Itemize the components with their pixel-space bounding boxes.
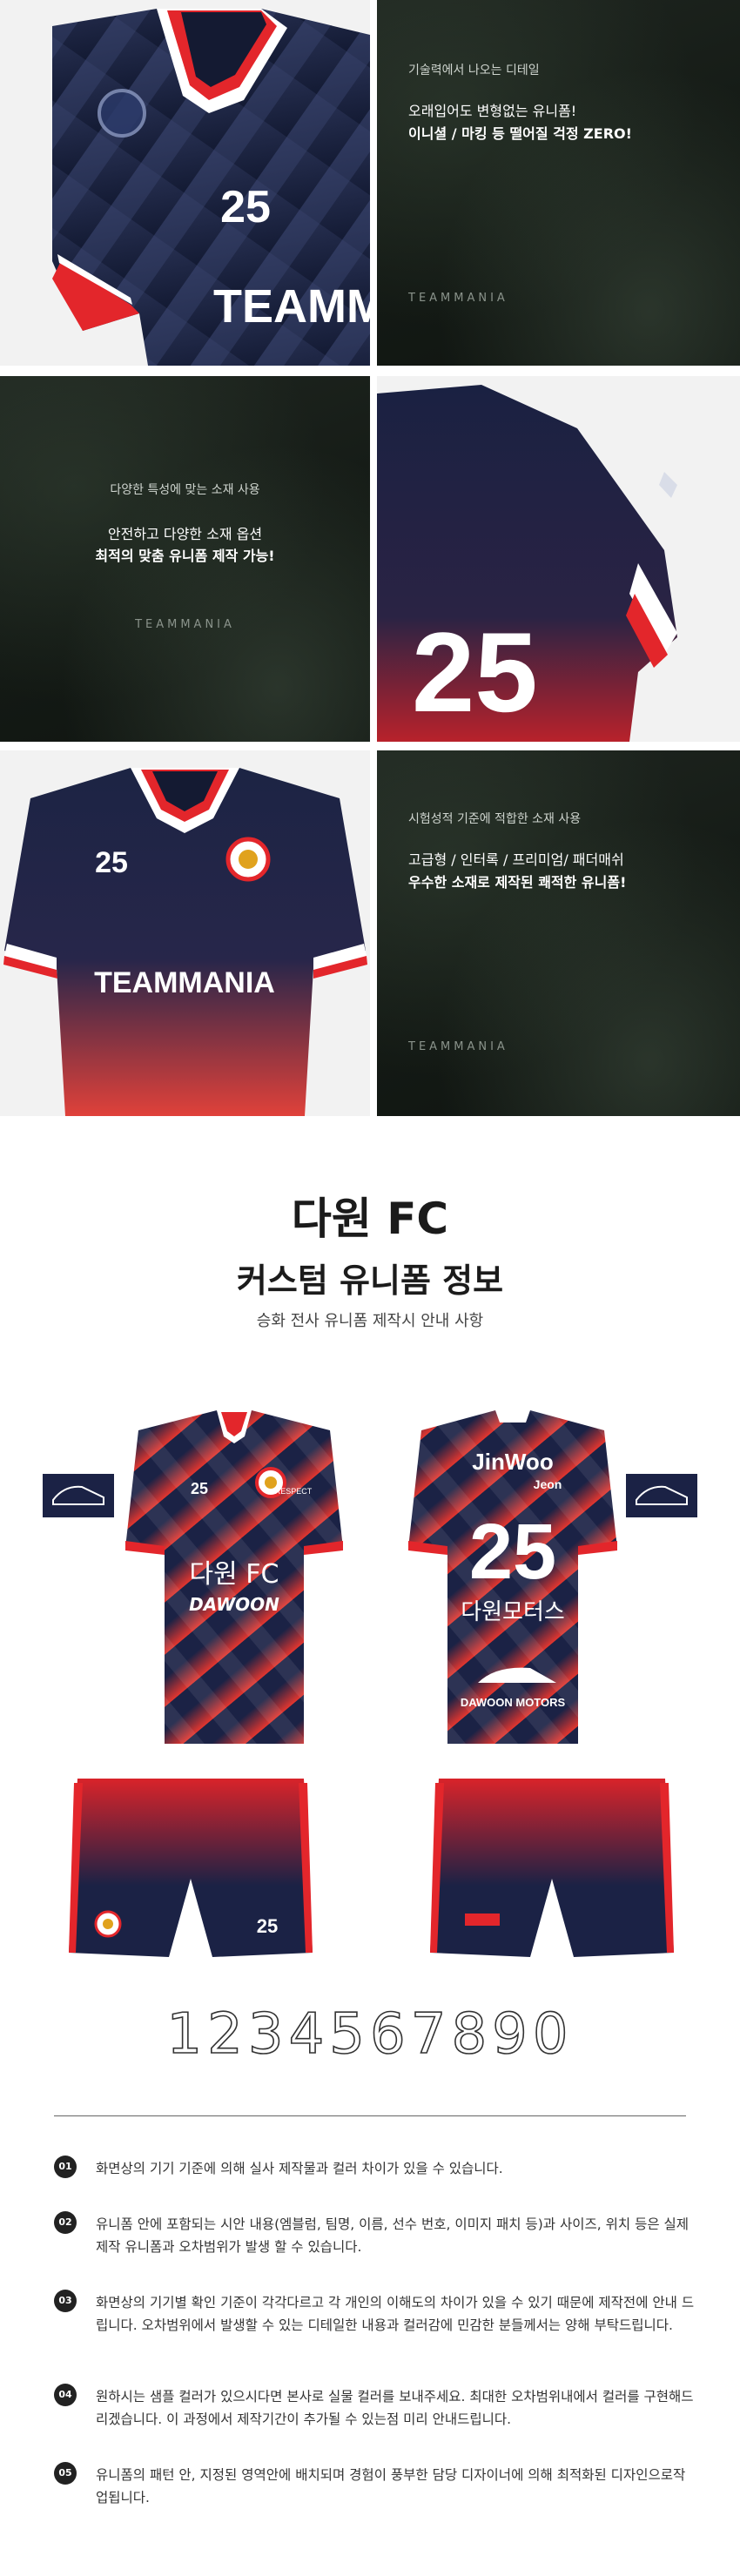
brand-watermark: TEAMMANIA [408,1040,508,1053]
feature-eyebrow: 기술력에서 나오는 디테일 [408,64,540,77]
number-font-sample: 1234567890 [166,2002,573,2067]
jersey-full-panel: 25 TEAMMANIA [0,750,370,1116]
notice-number-badge: 02 [54,2211,77,2234]
jersey-closeup-panel-1: 25 TEAMMA [0,0,370,366]
notice-number-badge: 04 [54,2384,77,2406]
team-name-print: TEAMMANIA [94,966,275,999]
notice-text: 원하시는 샘플 컬러가 있으시다면 본사로 실물 컬러를 보내주세요. 최대한 … [96,2389,694,2427]
shorts-number: 25 [257,1915,278,1937]
uniform-mockup-drawing: 25 다원 FC DAWOON RESPECT JinWoo Jeon 25 다… [43,1410,697,2068]
back-player-name: JinWoo [472,1449,553,1475]
team-name-print: TEAMMA [213,280,370,333]
feature-line: 오래입어도 변형없는 유니폼! [408,103,577,119]
feature-eyebrow: 다양한 특성에 맞는 소재 사용 [110,483,260,497]
front-number: 25 [191,1480,208,1497]
back-sponsor-text: 다원모터스 [461,1599,565,1625]
feature-headline: 우수한 소재로 제작된 쾌적한 유니폼! [408,874,627,891]
team-name-heading: 다원 FC [291,1194,449,1244]
feature-headline: 이니셜 / 마킹 등 떨어질 걱정 ZERO! [408,125,632,142]
brand-watermark: TEAMMANIA [135,618,235,631]
feature-eyebrow: 시험성적 기준에 적합한 소재 사용 [408,812,582,826]
notice-text: 유니폼 안에 포함되는 시안 내용(엠블럼, 팀명, 이름, 선수 번호, 이미… [96,2216,690,2255]
front-script-text: DAWOON [189,1594,279,1615]
section-title: 커스텀 유니폼 정보 [236,1261,504,1300]
feature-line: 안전하고 다양한 소재 옵션 [107,526,263,542]
jersey-full-image: 25 TEAMMANIA [3,768,367,1116]
back-number: 25 [469,1509,556,1596]
sleeve-patch-text: RESPECT [275,1487,313,1496]
front-jersey: 25 다원 FC DAWOON RESPECT [43,1410,343,1744]
jersey-closeup-image: 25 TEAMMA [52,9,370,366]
feature-panel-material: 다양한 특성에 맞는 소재 사용 안전하고 다양한 소재 옵션 최적의 맞춤 유… [0,376,370,742]
sleeve-patch-right [626,1474,697,1517]
back-sponsor-logo-text: DAWOON MOTORS [461,1696,566,1709]
sleeve-closeup-image: 25 [377,385,677,742]
section-subtitle: 승화 전사 유니폼 제작시 안내 사항 [256,1312,484,1330]
notice-text: 유니폼의 패턴 안, 지정된 영역안에 배치되며 경험이 풍부한 담당 디자이너… [96,2467,686,2505]
notice-number-badge: 03 [54,2290,77,2312]
notice-text: 화면상의 기기 기준에 의해 실사 제작물과 컬러 차이가 있을 수 있습니다. [96,2161,503,2176]
feature-headline: 최적의 맞춤 유니폼 제작 가능! [95,548,275,564]
back-jersey: JinWoo Jeon 25 다원모터스 DAWOON MOTORS [408,1410,697,1744]
sleeve-patch-left [43,1474,114,1517]
jersey-closeup-panel-2: 25 [377,376,740,742]
jersey-number: 25 [95,846,128,879]
feature-panel-durability: 기술력에서 나오는 디테일 오래입어도 변형없는 유니폼! 이니셜 / 마킹 등… [377,0,740,366]
brand-watermark: TEAMMANIA [408,292,508,305]
back-shorts [430,1779,674,1957]
feature-panel-quality: 시험성적 기준에 적합한 소재 사용 고급형 / 인터록 / 프리미엄/ 패더매… [377,750,740,1116]
notice-text: 화면상의 기기별 확인 기준이 각각다르고 각 개인의 이해도의 차이가 있을 … [96,2295,695,2333]
notice-number-badge: 01 [54,2156,77,2178]
notice-number-badge: 05 [54,2462,77,2485]
front-chest-text: 다원 FC [190,1559,279,1590]
front-shorts: 25 [69,1779,313,1957]
jersey-number: 25 [220,182,271,232]
feature-line: 고급형 / 인터록 / 프리미엄/ 패더매쉬 [408,851,624,868]
uniform-mockup: 25 다원 FC DAWOON RESPECT JinWoo Jeon 25 다… [43,1391,697,2122]
back-player-subname: Jeon [534,1477,562,1491]
jersey-number: 25 [412,609,538,736]
detail-grid: 25 TEAMMA 기술력에서 나오는 디테일 오래입어도 변형없는 유니폼! … [0,0,740,1116]
notes-divider [54,2115,686,2116]
